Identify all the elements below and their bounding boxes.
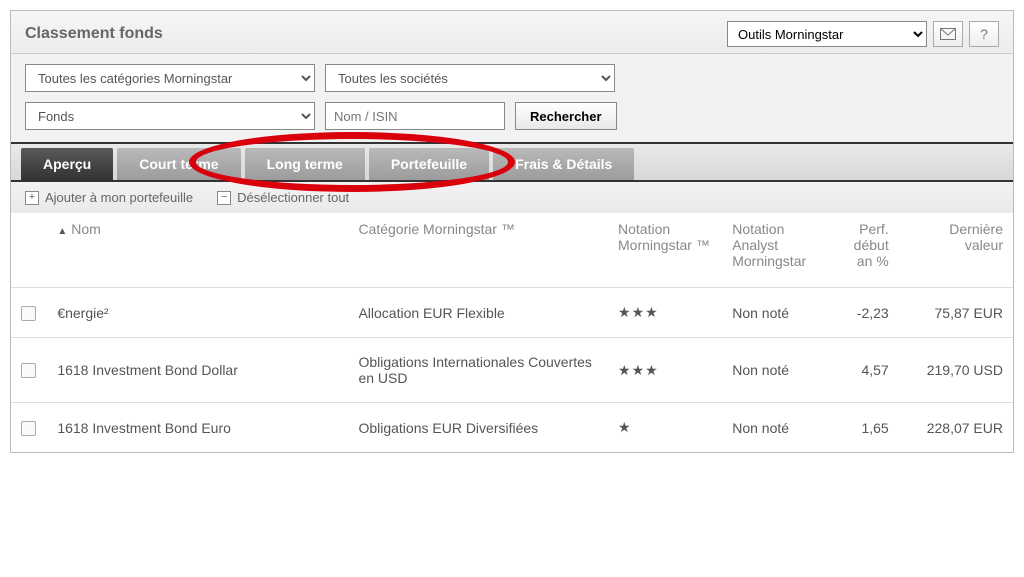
add-to-portfolio-label: Ajouter à mon portefeuille (45, 190, 193, 205)
header-row: Classement fonds Outils Morningstar ? (11, 11, 1013, 54)
col-name[interactable]: ▲Nom (47, 213, 348, 288)
row-checkbox[interactable] (21, 306, 36, 321)
col-last[interactable]: Dernière valeur (899, 213, 1013, 288)
fund-analyst: Non noté (722, 288, 826, 338)
actions-row: + Ajouter à mon portefeuille − Désélecti… (11, 182, 1013, 213)
search-input[interactable] (325, 102, 505, 130)
tools-select[interactable]: Outils Morningstar (727, 21, 927, 47)
fund-perf: 4,57 (826, 338, 899, 403)
col-category[interactable]: Catégorie Morningstar ™ (348, 213, 608, 288)
company-select[interactable]: Toutes les sociétés (325, 64, 615, 92)
fund-stars: ★★★ (608, 288, 722, 338)
fund-category: Allocation EUR Flexible (348, 288, 608, 338)
tab-long-term[interactable]: Long terme (245, 148, 365, 180)
col-perf[interactable]: Perf. début an % (826, 213, 899, 288)
filters-row-2: Fonds Rechercher (11, 96, 1013, 142)
fund-perf: -2,23 (826, 288, 899, 338)
table-row: €nergie² Allocation EUR Flexible ★★★ Non… (11, 288, 1013, 338)
tab-fees[interactable]: Frais & Détails (493, 148, 634, 180)
tab-overview[interactable]: Aperçu (21, 148, 113, 180)
fund-category: Obligations Internationales Couvertes en… (348, 338, 608, 403)
help-icon[interactable]: ? (969, 21, 999, 47)
col-analyst[interactable]: Notation Analyst Morningstar (722, 213, 826, 288)
page-title: Classement fonds (25, 25, 727, 43)
fund-stars: ★ (608, 403, 722, 453)
fund-name[interactable]: €nergie² (47, 288, 348, 338)
funds-table: ▲Nom Catégorie Morningstar ™ Notation Mo… (11, 213, 1013, 452)
tabs: Aperçu Court terme Long terme Portefeuil… (11, 142, 1013, 182)
fund-last: 219,70 USD (899, 338, 1013, 403)
mail-icon[interactable] (933, 21, 963, 47)
table-row: 1618 Investment Bond Euro Obligations EU… (11, 403, 1013, 453)
minus-icon: − (217, 191, 231, 205)
fund-name[interactable]: 1618 Investment Bond Euro (47, 403, 348, 453)
deselect-all-label: Désélectionner tout (237, 190, 349, 205)
fund-analyst: Non noté (722, 338, 826, 403)
fund-last: 75,87 EUR (899, 288, 1013, 338)
fund-perf: 1,65 (826, 403, 899, 453)
plus-icon: + (25, 191, 39, 205)
fund-name[interactable]: 1618 Investment Bond Dollar (47, 338, 348, 403)
fund-ranking-panel: Classement fonds Outils Morningstar ? To… (10, 10, 1014, 453)
col-rating[interactable]: Notation Morningstar ™ (608, 213, 722, 288)
type-select[interactable]: Fonds (25, 102, 315, 130)
search-button[interactable]: Rechercher (515, 102, 617, 130)
tab-portfolio[interactable]: Portefeuille (369, 148, 489, 180)
filters-row-1: Toutes les catégories Morningstar Toutes… (11, 54, 1013, 96)
category-select[interactable]: Toutes les catégories Morningstar (25, 64, 315, 92)
table-header-row: ▲Nom Catégorie Morningstar ™ Notation Mo… (11, 213, 1013, 288)
row-checkbox[interactable] (21, 421, 36, 436)
table-row: 1618 Investment Bond Dollar Obligations … (11, 338, 1013, 403)
tab-short-term[interactable]: Court terme (117, 148, 240, 180)
fund-category: Obligations EUR Diversifiées (348, 403, 608, 453)
add-to-portfolio-link[interactable]: + Ajouter à mon portefeuille (25, 190, 193, 205)
fund-stars: ★★★ (608, 338, 722, 403)
fund-analyst: Non noté (722, 403, 826, 453)
sort-asc-icon: ▲ (57, 226, 67, 237)
row-checkbox[interactable] (21, 363, 36, 378)
deselect-all-link[interactable]: − Désélectionner tout (217, 190, 349, 205)
fund-last: 228,07 EUR (899, 403, 1013, 453)
